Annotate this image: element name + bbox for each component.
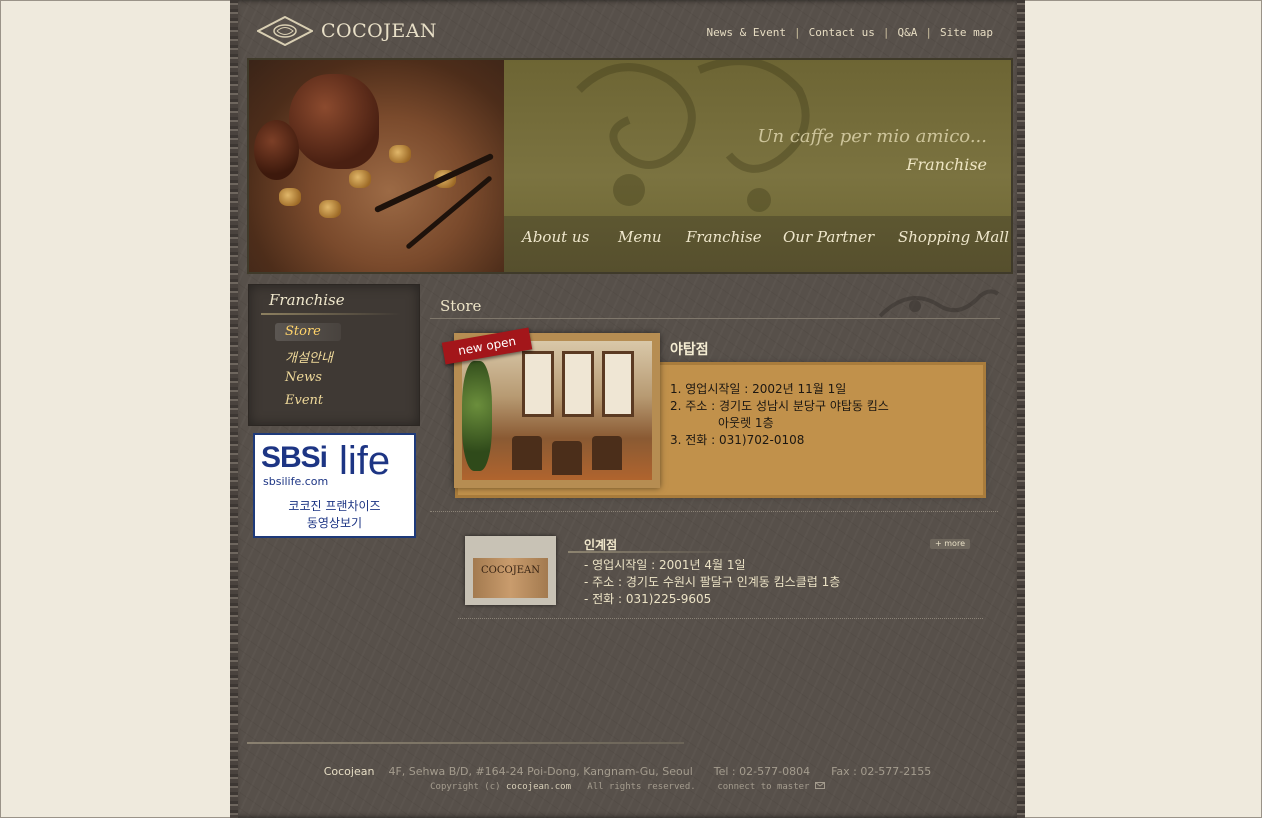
sbsilife-ad-banner[interactable]: SBSi life sbsilife.com 코코진 프랜차이즈 동영상보기 bbox=[253, 433, 416, 538]
window bbox=[522, 351, 554, 417]
logo-text: COCOJEAN bbox=[321, 20, 438, 42]
logo[interactable]: COCOJEAN bbox=[257, 16, 437, 46]
walnut bbox=[319, 200, 341, 218]
info-address: - 주소 : 경기도 수원시 팔달구 인계동 킴스클럽 1층 bbox=[584, 575, 841, 589]
ad-brand: SBSi bbox=[261, 441, 328, 474]
banner-subtitle: Franchise bbox=[906, 155, 987, 174]
banner-slogan: Un caffe per mio amico... Franchise bbox=[757, 126, 987, 174]
window bbox=[602, 351, 634, 417]
chair bbox=[512, 436, 542, 470]
chocolate-curl bbox=[254, 120, 299, 180]
footer-address: 4F, Sehwa B/D, #164-24 Poi-Dong, Kangnam… bbox=[388, 765, 693, 778]
separator: | bbox=[882, 26, 890, 39]
info-open-date: 1. 영업시작일 : 2002년 11월 1일 bbox=[670, 382, 847, 396]
section-title: Store bbox=[440, 297, 482, 315]
footer-tel: Tel : 02-577-0804 bbox=[713, 765, 811, 778]
featured-store-info: 1. 영업시작일 : 2002년 11월 1일 2. 주소 : 경기도 성남시 … bbox=[670, 381, 889, 449]
walnut bbox=[349, 170, 371, 188]
hero-banner: Un caffe per mio amico... Franchise Abou… bbox=[247, 58, 1013, 274]
slogan-text: Un caffe per mio amico... bbox=[757, 126, 987, 147]
copyright-prefix: Copyright (c) bbox=[430, 782, 501, 792]
cafe-interior-image bbox=[462, 341, 652, 480]
info-address-cont: 아웃렛 1층 bbox=[718, 416, 774, 430]
info-phone: - 전화 : 031)225-9605 bbox=[584, 592, 712, 606]
top-link-contact-us[interactable]: Contact us bbox=[809, 26, 875, 39]
info-address: 2. 주소 : 경기도 성남시 분당구 야탑동 킴스 bbox=[670, 399, 889, 413]
nav-about-us[interactable]: About us bbox=[522, 228, 589, 246]
footer-divider bbox=[247, 742, 684, 744]
sidebar-item-guide[interactable]: 개설안내 bbox=[285, 347, 333, 366]
separator: | bbox=[925, 26, 933, 39]
footer-fax: Fax : 02-577-2155 bbox=[831, 765, 932, 778]
ad-caption-line2: 동영상보기 bbox=[306, 516, 363, 530]
info-open-date: - 영업시작일 : 2001년 4월 1일 bbox=[584, 558, 746, 572]
footer-company: Cocojean bbox=[323, 765, 375, 778]
nav-shopping-mall[interactable]: Shopping Mall bbox=[898, 228, 1009, 246]
separator: | bbox=[794, 26, 801, 39]
ad-caption-line1: 코코진 프랜차이즈 bbox=[288, 499, 381, 513]
walnut bbox=[389, 145, 411, 163]
store2-info: - 영업시작일 : 2001년 4월 1일 - 주소 : 경기도 수원시 팔달구… bbox=[584, 557, 840, 608]
top-navigation: News & Event | Contact us | Q&A | Site m… bbox=[707, 26, 993, 39]
ad-brand-life: life bbox=[339, 439, 391, 483]
top-link-news-event[interactable]: News & Event bbox=[707, 26, 786, 39]
nav-menu[interactable]: Menu bbox=[618, 228, 662, 246]
vanilla-bean bbox=[373, 152, 495, 214]
nav-franchise[interactable]: Franchise bbox=[686, 228, 762, 246]
footer-copyright-line: Copyright (c) cocojean.com All rights re… bbox=[230, 782, 1025, 792]
chocolate-cake-image bbox=[249, 60, 504, 272]
plant bbox=[462, 361, 492, 471]
torn-edge-left bbox=[230, 0, 238, 818]
info-phone: 3. 전화 : 031)702-0108 bbox=[670, 433, 805, 447]
connect-master-link[interactable]: connect to master bbox=[717, 782, 809, 792]
page-container: COCOJEAN News & Event | Contact us | Q&A… bbox=[230, 0, 1025, 818]
sidebar-item-event[interactable]: Event bbox=[285, 393, 323, 408]
nav-our-partner[interactable]: Our Partner bbox=[783, 228, 874, 246]
store2-photo[interactable]: COCOJEAN bbox=[465, 536, 556, 605]
featured-store-name: 야탑점 bbox=[670, 342, 709, 358]
ad-url: sbsilife.com bbox=[263, 475, 329, 488]
footer-rights: All rights reserved. bbox=[587, 782, 696, 792]
divider bbox=[458, 618, 983, 619]
divider bbox=[261, 313, 401, 315]
logo-diamond-icon bbox=[257, 16, 313, 46]
divider bbox=[430, 511, 998, 512]
store-sign-image: COCOJEAN bbox=[473, 558, 548, 598]
main-navigation: About us Menu Franchise Our Partner Shop… bbox=[504, 216, 1011, 272]
chair bbox=[552, 441, 582, 475]
chair bbox=[592, 436, 622, 470]
sidebar-menu: Franchise Store 개설안내 News Event bbox=[248, 284, 420, 426]
ornament-icon bbox=[878, 289, 1000, 318]
sidebar-title: Franchise bbox=[269, 291, 345, 309]
sidebar-item-news[interactable]: News bbox=[285, 370, 322, 385]
torn-edge-right bbox=[1017, 0, 1025, 818]
footer-site-link[interactable]: cocojean.com bbox=[506, 782, 571, 792]
window bbox=[562, 351, 594, 417]
top-link-site-map[interactable]: Site map bbox=[940, 26, 993, 39]
divider bbox=[568, 551, 740, 553]
footer-address-line: Cocojean 4F, Sehwa B/D, #164-24 Poi-Dong… bbox=[230, 765, 1025, 778]
sidebar-item-store[interactable]: Store bbox=[285, 324, 321, 339]
walnut bbox=[279, 188, 301, 206]
chocolate-curl bbox=[289, 74, 379, 169]
more-button[interactable]: + more bbox=[930, 539, 970, 549]
mail-icon[interactable] bbox=[814, 782, 825, 789]
top-link-qa[interactable]: Q&A bbox=[898, 26, 918, 39]
